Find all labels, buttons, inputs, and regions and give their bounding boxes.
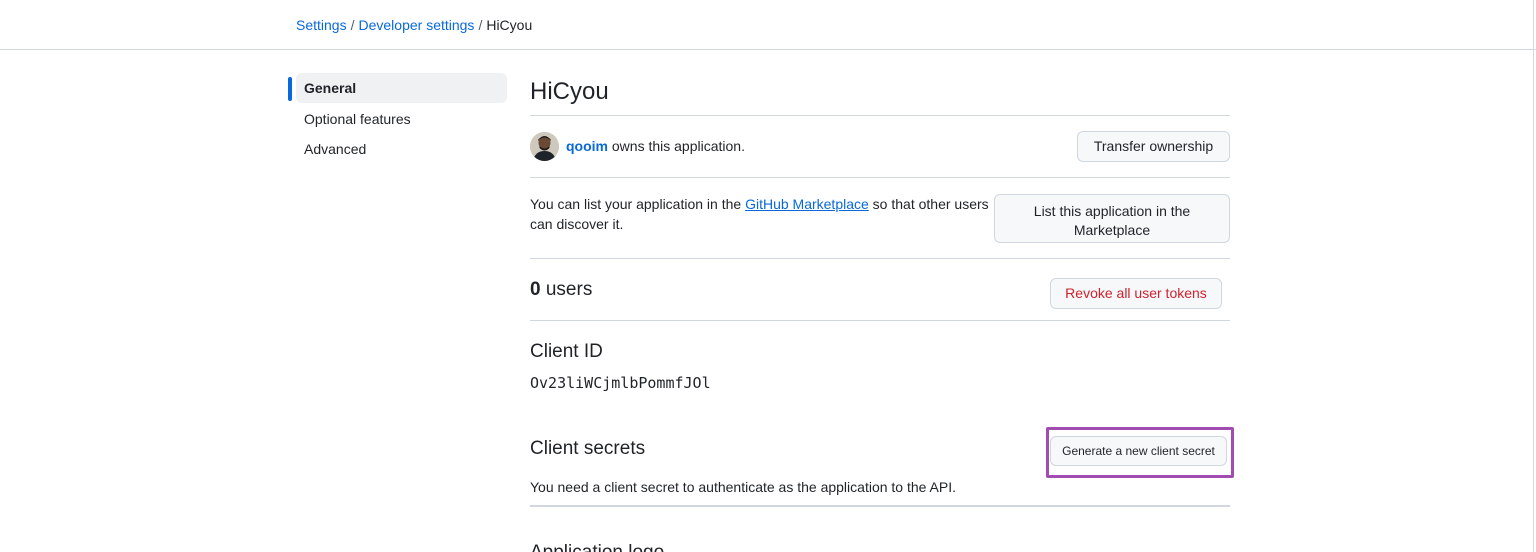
client-secrets-description: You need a client secret to authenticate… [530,479,957,495]
breadcrumb: Settings / Developer settings / HiCyou [296,16,532,34]
sidebar-item-label: Optional features [304,110,411,127]
github-marketplace-link[interactable]: GitHub Marketplace [745,196,869,212]
page-title: HiCyou [530,78,609,105]
divider [530,320,1230,321]
users-count-label: users [540,279,593,300]
window-edge-divider [1533,0,1534,552]
divider [530,177,1230,178]
app-settings-main: HiCyou qooim owns this application. Tran… [530,0,1230,552]
client-id-heading: Client ID [530,341,603,362]
divider [530,115,1230,116]
users-count-number: 0 [530,279,541,300]
marketplace-description: You can list your application in the Git… [530,194,990,234]
breadcrumb-settings-link[interactable]: Settings [296,17,347,33]
divider [530,258,1230,259]
owner-text: qooim owns this application. [566,138,745,154]
sidebar-item-optional-features[interactable]: Optional features [288,104,507,134]
client-id-value: Ov23liWCjmlbPommfJOl [530,374,711,392]
sidebar-item-label: Advanced [304,141,367,157]
marketplace-button-line1: List this application in the [1033,202,1191,219]
owner-link[interactable]: qooim [566,138,608,154]
transfer-ownership-button[interactable]: Transfer ownership [1077,131,1230,162]
marketplace-text-before: You can list your application in the [530,196,746,212]
breadcrumb-developer-settings-link[interactable]: Developer settings [358,17,474,33]
application-logo-heading: Application logo [530,542,664,552]
client-secrets-heading: Client secrets [530,438,646,459]
settings-sidebar: General Optional features Advanced [288,73,507,164]
owner-suffix: owns this application. [608,138,745,154]
breadcrumb-separator: / [478,17,483,33]
marketplace-button-line2: Marketplace [1073,221,1151,238]
breadcrumb-separator: / [350,17,355,33]
divider [530,505,1230,507]
list-in-marketplace-button[interactable]: List this application in the Marketplace [994,194,1230,243]
sidebar-item-advanced[interactable]: Advanced [288,134,507,164]
users-count: 0 users [530,279,592,301]
avatar[interactable] [530,132,559,161]
sidebar-item-general[interactable]: General [288,73,507,103]
sidebar-item-label: General [304,80,357,96]
user-avatar-icon [530,132,559,161]
revoke-user-tokens-button[interactable]: Revoke all user tokens [1050,278,1222,309]
breadcrumb-current: HiCyou [486,17,533,33]
generate-client-secret-button[interactable]: Generate a new client secret [1050,436,1227,466]
